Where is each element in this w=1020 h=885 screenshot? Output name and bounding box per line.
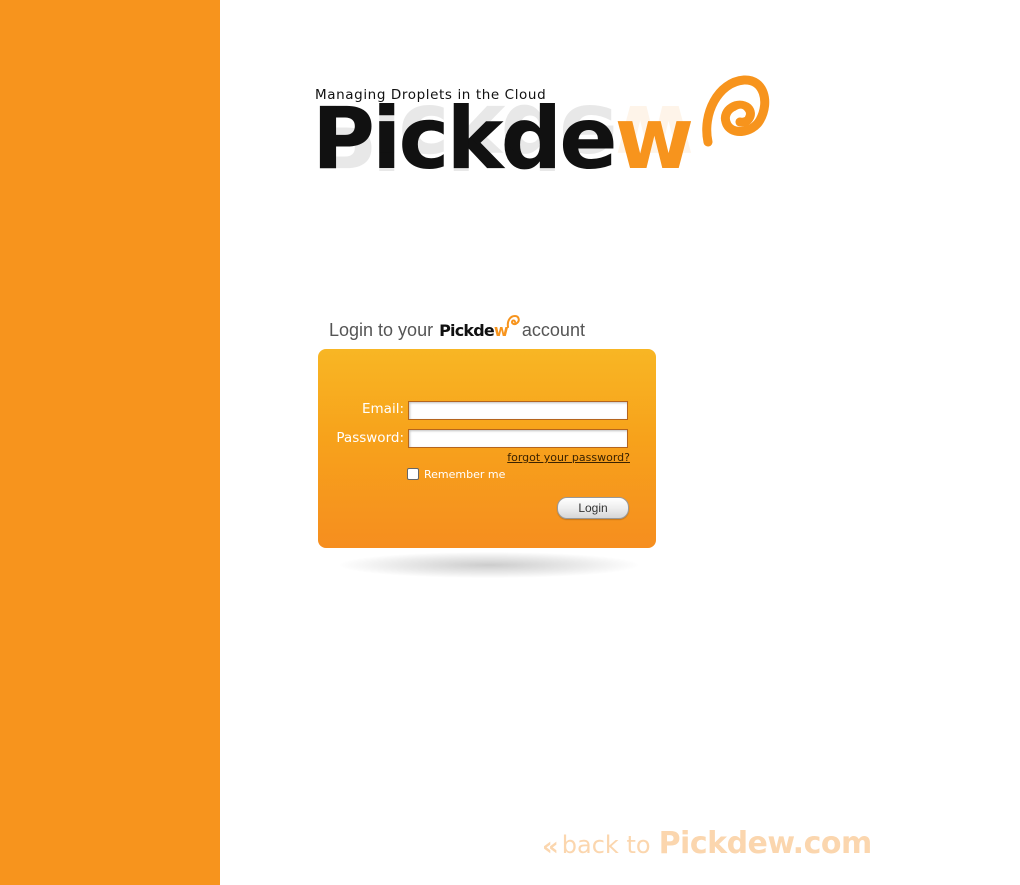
login-heading-brand: Pickdew	[439, 315, 520, 340]
login-heading-prefix: Login to your	[329, 320, 434, 340]
double-chevron-left-icon: «	[542, 832, 559, 862]
password-label: Password:	[336, 430, 404, 446]
logo-reflection-fade	[312, 178, 782, 288]
login-button[interactable]: Login	[557, 497, 629, 519]
login-heading-suffix: account	[521, 320, 585, 340]
remember-me-checkbox[interactable]	[407, 468, 419, 480]
remember-me-label: Remember me	[424, 468, 506, 481]
forgot-password-link[interactable]: forgot your password?	[507, 451, 630, 464]
pickdew-logo: Managing Droplets in the Cloud Pickdew P…	[312, 75, 782, 288]
logo-reflection: Pickdew	[312, 85, 692, 185]
email-label: Email:	[361, 401, 404, 417]
email-field[interactable]	[408, 401, 628, 420]
login-panel: Email: Password: forgot your password? R…	[318, 349, 656, 548]
password-field[interactable]	[408, 429, 628, 448]
back-link-domain: Pickdew.com	[658, 826, 873, 861]
left-orange-sidebar	[0, 0, 220, 885]
panel-shadow	[340, 552, 638, 578]
back-link-text: back to	[561, 831, 651, 859]
login-heading: Login to your Pickdew account	[329, 315, 585, 341]
logo-swirl-icon	[702, 75, 770, 147]
mini-swirl-icon	[506, 315, 520, 328]
back-to-pickdew-link[interactable]: « back to Pickdew.com	[542, 826, 873, 862]
login-heading-brand-main: Pickde	[439, 321, 495, 340]
